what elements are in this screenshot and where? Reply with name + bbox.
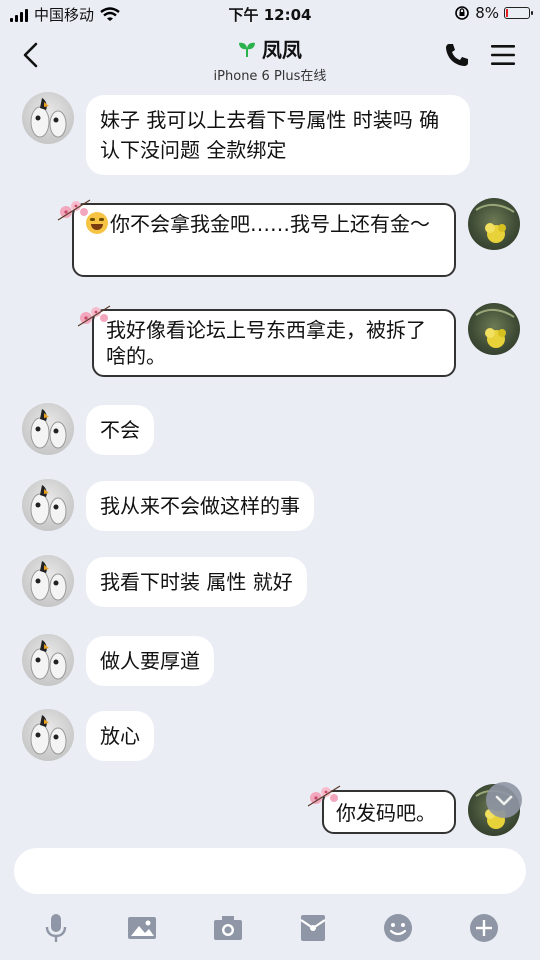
penguin-icon <box>30 98 67 138</box>
contact-avatar[interactable] <box>22 403 74 455</box>
sakura-decoration-icon <box>77 305 111 327</box>
camera-icon[interactable] <box>212 912 244 944</box>
contact-title[interactable]: 凤凤 <box>238 34 302 63</box>
my-avatar[interactable] <box>468 198 520 250</box>
red-packet-icon[interactable] <box>297 912 329 944</box>
contact-avatar[interactable] <box>22 709 74 761</box>
my-avatar[interactable] <box>468 303 520 355</box>
message-input[interactable] <box>14 848 526 894</box>
message-text: 我从来不会做这样的事 <box>100 494 300 518</box>
message-text: 不会 <box>100 418 140 442</box>
battery-percent: 8% <box>475 4 499 22</box>
contact-avatar[interactable] <box>22 634 74 686</box>
rotation-lock-icon <box>455 6 470 20</box>
penguin-icon <box>30 485 67 525</box>
contact-name: 凤凤 <box>262 38 302 62</box>
message-text: 妹子 我可以上去看下号属性 时装吗 确认下没问题 全款绑定 <box>100 108 440 162</box>
message-bubble[interactable]: 你不会拿我金吧……我号上还有金～ <box>72 203 456 277</box>
flower-icon <box>475 309 515 348</box>
message-bubble[interactable]: 我从来不会做这样的事 <box>86 481 314 531</box>
input-toolbar <box>0 908 540 948</box>
message-text: 你发码吧。 <box>336 801 436 825</box>
contact-avatar[interactable] <box>22 92 74 144</box>
message-text: 放心 <box>100 724 140 748</box>
contact-avatar[interactable] <box>22 479 74 531</box>
input-area <box>0 836 540 960</box>
menu-icon[interactable] <box>490 44 516 66</box>
contact-avatar[interactable] <box>22 555 74 607</box>
message-text: 我好像看论坛上号东西拿走，被拆了啥的。 <box>106 318 426 368</box>
penguin-icon <box>30 715 67 755</box>
sakura-decoration-icon <box>307 785 341 807</box>
plus-icon[interactable] <box>468 912 500 944</box>
scroll-to-bottom-button[interactable] <box>486 782 522 818</box>
emoji-icon[interactable] <box>382 912 414 944</box>
message-text: 你不会拿我金吧……我号上还有金～ <box>110 212 430 236</box>
message-bubble[interactable]: 不会 <box>86 405 154 455</box>
message-text: 做人要厚道 <box>100 649 200 673</box>
chat-header: 凤凤 iPhone 6 Plus在线 <box>0 28 540 86</box>
penguin-icon <box>30 561 67 601</box>
battery-icon <box>504 7 533 19</box>
message-bubble[interactable]: 做人要厚道 <box>86 636 214 686</box>
message-text: 我看下时装 属性 就好 <box>100 570 293 594</box>
message-bubble[interactable]: 我看下时装 属性 就好 <box>86 557 307 607</box>
status-right: 8% <box>454 4 533 22</box>
image-icon[interactable] <box>126 912 158 944</box>
penguin-icon <box>30 409 67 449</box>
sprout-icon <box>239 42 255 57</box>
flower-icon <box>475 204 515 243</box>
penguin-icon <box>30 640 67 680</box>
microphone-icon[interactable] <box>40 912 72 944</box>
message-bubble[interactable]: 妹子 我可以上去看下号属性 时装吗 确认下没问题 全款绑定 <box>86 95 470 175</box>
phone-icon[interactable] <box>444 42 470 68</box>
message-bubble[interactable]: 你发码吧。 <box>322 790 456 834</box>
status-bar: 中国移动 下午 12:04 8% <box>0 0 540 28</box>
message-bubble[interactable]: 放心 <box>86 711 154 761</box>
message-bubble[interactable]: 我好像看论坛上号东西拿走，被拆了啥的。 <box>92 309 456 377</box>
sakura-decoration-icon <box>57 199 91 221</box>
chevron-down-icon <box>495 795 513 806</box>
